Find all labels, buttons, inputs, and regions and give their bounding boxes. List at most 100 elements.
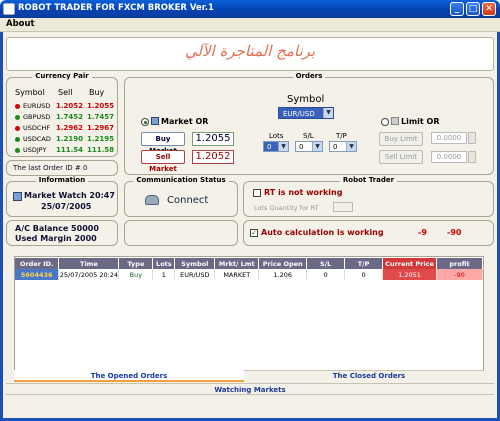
information-group: Information Market Watch 20:47 25/07/200… <box>6 176 118 217</box>
table-cell: -90 <box>436 269 483 280</box>
balance-label: A/C Balance 50000 <box>15 224 99 233</box>
auto-calc-value-1: -9 <box>418 228 427 237</box>
pair-symbol: USDCHF <box>23 124 51 132</box>
app-icon <box>3 3 15 15</box>
auto-calc-group: ✓ Auto calculation is working -9 -90 <box>243 220 494 246</box>
buy-limit-input[interactable]: 0.0000 <box>431 132 467 144</box>
column-header[interactable]: S/L <box>306 258 346 269</box>
market-icon <box>151 117 159 125</box>
currency-row[interactable]: USDCHF 1.2962 1.2967 <box>7 124 117 134</box>
symbol-header: Symbol <box>15 88 45 97</box>
rt-status-label: RT is not working <box>264 188 343 197</box>
pair-indicator-icon <box>15 148 20 153</box>
pair-sell: 1.2052 <box>56 102 84 110</box>
pair-sell: 1.2962 <box>56 124 84 132</box>
pair-buy: 1.2195 <box>87 135 115 143</box>
symbol-select[interactable]: EUR/USD ▼ <box>278 107 334 119</box>
table-cell: 0 <box>344 269 384 280</box>
table-cell: 25/07/2005 20:24 <box>58 269 120 280</box>
rt-checkbox[interactable] <box>253 189 261 197</box>
table-cell: 0 <box>306 269 346 280</box>
pair-indicator-icon <box>15 104 20 109</box>
sell-header: Sell <box>58 88 73 97</box>
column-header[interactable]: Lots <box>152 258 176 269</box>
tp-value: 0 <box>333 143 338 151</box>
buy-market-button[interactable]: Buy Market <box>141 132 185 155</box>
lots-qty-input[interactable] <box>333 202 353 212</box>
market-radio[interactable] <box>141 118 149 126</box>
column-header[interactable]: Price Open <box>258 258 308 269</box>
tab-watching-markets[interactable]: Watching Markets <box>6 383 494 395</box>
lots-qty-label: Lots Quantity for RT <box>254 204 319 212</box>
table-cell: MARKET <box>214 269 260 280</box>
buy-limit-button[interactable]: Buy Limit <box>379 132 423 146</box>
currency-row[interactable]: EURUSD 1.2052 1.2055 <box>7 102 117 112</box>
last-order-group: The last Order ID # 0 <box>6 160 118 176</box>
last-order-label: The last Order ID # 0 <box>13 164 88 172</box>
connect-status[interactable]: Connect <box>167 195 208 206</box>
sl-label: S/L <box>303 132 314 140</box>
buy-header: Buy <box>89 88 105 97</box>
table-row[interactable]: 5604436 25/07/2005 20:24 Buy 1 EUR/USD MARKET… <box>15 269 483 280</box>
auto-calc-label: Auto calculation is working <box>261 228 384 237</box>
close-button[interactable]: ✕ <box>482 2 496 16</box>
sell-market-button[interactable]: Sell Market <box>141 150 185 173</box>
column-header[interactable]: Current Price <box>382 258 437 269</box>
pair-buy: 1.2967 <box>87 124 115 132</box>
tab-opened-orders[interactable]: The Opened Orders <box>14 370 244 382</box>
tab-closed-orders[interactable]: The Closed Orders <box>254 370 484 382</box>
currency-pair-title: Currency Pair <box>32 72 92 80</box>
chevron-down-icon: ▼ <box>312 142 322 151</box>
pair-indicator-icon <box>15 126 20 131</box>
limit-icon <box>391 117 399 125</box>
sell-limit-input[interactable]: 0.0000 <box>431 151 467 163</box>
currency-pair-group: Currency Pair Symbol Sell Buy EURUSD 1.20… <box>6 72 118 157</box>
table-cell: 5604436 <box>15 269 60 280</box>
pair-symbol: USDCAD <box>23 135 51 143</box>
menu-about[interactable]: About <box>6 19 35 29</box>
chevron-down-icon: ▼ <box>278 142 288 151</box>
sell-limit-spinner[interactable] <box>468 151 476 163</box>
currency-row[interactable]: GBPUSD 1.7452 1.7457 <box>7 113 117 123</box>
banner: برنامج المتاجرة الآلي <box>6 37 494 71</box>
currency-row[interactable]: USDJPY 111.54 111.58 <box>7 146 117 156</box>
maximize-button[interactable]: □ <box>466 2 480 16</box>
robot-trader-title: Robot Trader <box>339 176 398 184</box>
information-title: Information <box>35 176 89 184</box>
currency-row[interactable]: USDCAD 1.2190 1.2195 <box>7 135 117 145</box>
buy-limit-spinner[interactable] <box>468 132 476 144</box>
limit-radio[interactable] <box>381 118 389 126</box>
column-header[interactable]: Type <box>118 258 154 269</box>
chevron-down-icon: ▼ <box>323 108 333 118</box>
symbol-select-value: EUR/USD <box>283 110 315 118</box>
window-title: ROBOT TRADER FOR FXCM BROKER Ver.1 <box>18 3 214 13</box>
minimize-button[interactable]: _ <box>450 2 464 16</box>
column-header[interactable]: Mrkt/ Lmt <box>214 258 260 269</box>
connect-icon <box>145 195 159 205</box>
pair-sell: 1.7452 <box>56 113 84 121</box>
clock-icon <box>13 192 22 201</box>
column-header[interactable]: T/P <box>344 258 384 269</box>
lots-select[interactable]: 0 ▼ <box>263 141 289 152</box>
lots-label: Lots <box>269 132 284 140</box>
column-header[interactable]: Order ID. <box>15 258 60 269</box>
auto-calc-checkbox[interactable]: ✓ <box>250 229 258 237</box>
sl-select[interactable]: 0 ▼ <box>295 141 323 152</box>
column-header[interactable]: Time <box>58 258 120 269</box>
pair-sell: 1.2190 <box>56 135 84 143</box>
column-header[interactable]: Symbol <box>174 258 216 269</box>
tp-select[interactable]: 0 ▼ <box>329 141 357 152</box>
chevron-down-icon: ▼ <box>346 142 356 151</box>
column-header[interactable]: profit <box>436 258 483 269</box>
market-or-label: Market OR <box>161 117 209 126</box>
communication-group: Communication Status Connect <box>124 176 238 217</box>
communication-blank-group <box>124 220 238 246</box>
sell-limit-button[interactable]: Sell Limit <box>379 150 423 164</box>
banner-title: برنامج المتاجرة الآلي <box>184 42 316 60</box>
buy-price-display: 1.2055 <box>192 132 234 146</box>
sell-price-display: 1.2052 <box>192 150 234 164</box>
pair-symbol: EURUSD <box>23 102 51 110</box>
auto-calc-value-2: -90 <box>447 228 462 237</box>
communication-title: Communication Status <box>133 176 229 184</box>
pair-sell: 111.54 <box>56 146 84 154</box>
